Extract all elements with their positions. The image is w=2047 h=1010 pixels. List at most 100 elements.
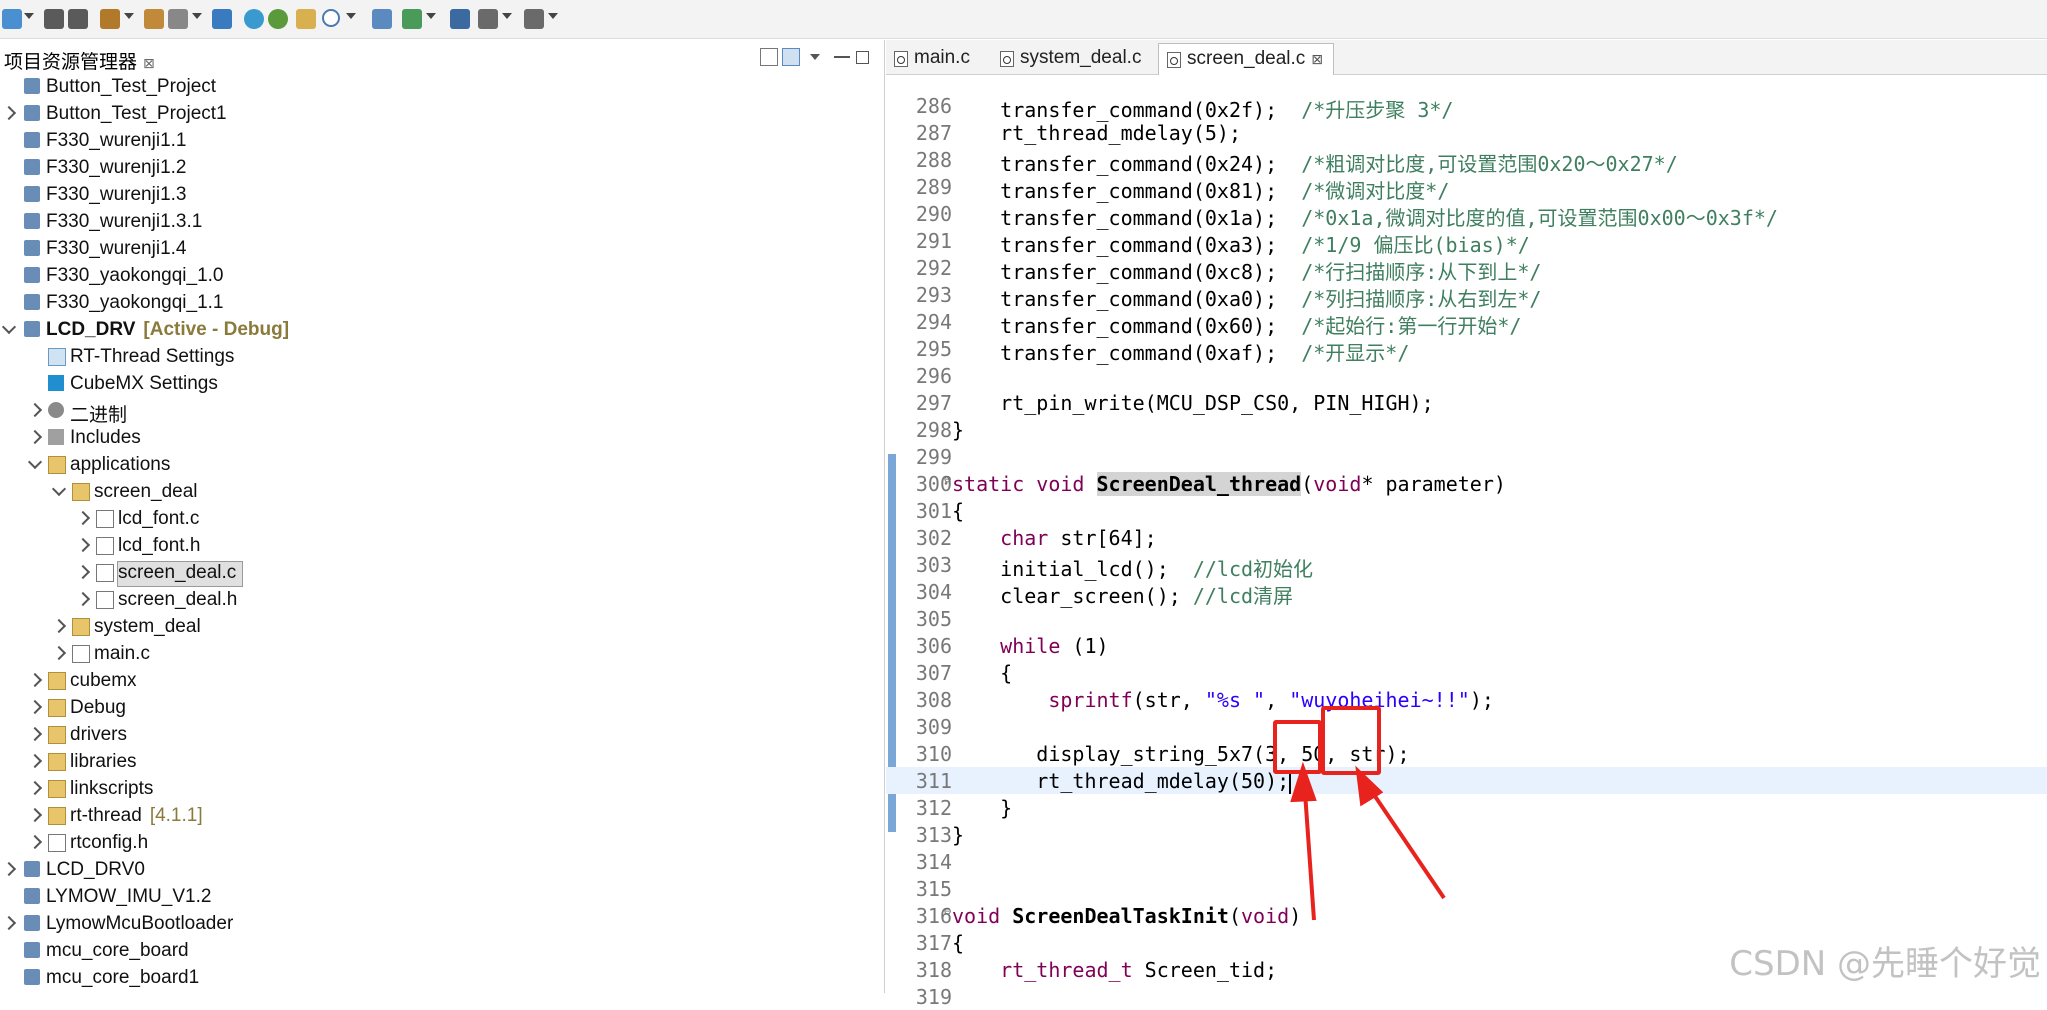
tree-item[interactable]: LymowMcuBootloader bbox=[0, 911, 884, 938]
tree-item[interactable]: rtconfig.h bbox=[0, 830, 884, 857]
chevron-right-icon[interactable] bbox=[27, 780, 43, 796]
chevron-right-icon[interactable] bbox=[27, 429, 43, 445]
back-icon[interactable] bbox=[478, 9, 498, 29]
chevron-right-icon[interactable] bbox=[75, 564, 91, 580]
chevron-right-icon[interactable] bbox=[75, 510, 91, 526]
tree-item[interactable]: F330_wurenji1.1 bbox=[0, 128, 884, 155]
tree-item[interactable]: screen_deal bbox=[0, 479, 884, 506]
tree-item-text: F330_wurenji1.1 bbox=[46, 130, 187, 151]
chevron-down-icon[interactable] bbox=[27, 454, 43, 470]
tools-dropdown-icon[interactable] bbox=[192, 13, 202, 19]
tree-item[interactable]: F330_yaokongqi_1.1 bbox=[0, 290, 884, 317]
tree-item[interactable]: screen_deal.c bbox=[0, 560, 884, 587]
tree-item[interactable]: F330_yaokongqi_1.0 bbox=[0, 263, 884, 290]
chevron-down-icon[interactable] bbox=[51, 481, 67, 497]
debug-settings-icon[interactable] bbox=[144, 9, 164, 29]
tree-item[interactable]: main.c bbox=[0, 641, 884, 668]
download-icon[interactable] bbox=[402, 9, 422, 29]
tree-item-label: screen_deal.c bbox=[118, 562, 236, 584]
tree-item-text: main.c bbox=[94, 643, 150, 664]
tree-item-text: LCD_DRV0 bbox=[46, 859, 145, 880]
project-icon bbox=[24, 267, 40, 283]
chevron-down-icon[interactable] bbox=[1, 319, 17, 335]
tree-item[interactable]: Button_Test_Project1 bbox=[0, 101, 884, 128]
tree-item[interactable]: RT-Thread Settings bbox=[0, 344, 884, 371]
monitor-icon[interactable] bbox=[212, 9, 232, 29]
save-all-icon[interactable] bbox=[68, 9, 88, 29]
chevron-right-icon[interactable] bbox=[51, 645, 67, 661]
tree-item[interactable]: mcu_core_board1 bbox=[0, 965, 884, 992]
tree-item[interactable]: system_deal bbox=[0, 614, 884, 641]
tree-item-text: screen_deal.c bbox=[118, 562, 237, 583]
tree-item-text: Button_Test_Project bbox=[46, 76, 217, 97]
collapse-all-icon[interactable] bbox=[760, 48, 778, 66]
chevron-right-icon[interactable] bbox=[27, 402, 43, 418]
h-file-icon bbox=[96, 591, 114, 609]
gear-icon[interactable] bbox=[244, 9, 264, 29]
tree-item[interactable]: screen_deal.h bbox=[0, 587, 884, 614]
explorer-title[interactable]: 项目资源管理器 ⊠ bbox=[4, 47, 155, 74]
save-icon[interactable] bbox=[44, 9, 64, 29]
tree-item[interactable]: Button_Test_Project bbox=[0, 74, 884, 101]
view-menu-icon[interactable] bbox=[810, 54, 820, 60]
tree-item[interactable]: linkscripts bbox=[0, 776, 884, 803]
tree-item[interactable]: cubemx bbox=[0, 668, 884, 695]
tree-item[interactable]: lcd_font.h bbox=[0, 533, 884, 560]
tree-item[interactable]: LCD_DRV [Active - Debug] bbox=[0, 317, 884, 344]
layers-icon[interactable] bbox=[450, 9, 470, 29]
chevron-right-icon[interactable] bbox=[27, 699, 43, 715]
chevron-right-icon[interactable] bbox=[27, 807, 43, 823]
tree-item[interactable]: Includes bbox=[0, 425, 884, 452]
tree-item[interactable]: Debug bbox=[0, 695, 884, 722]
download-dropdown-icon[interactable] bbox=[426, 13, 436, 19]
link-editor-icon[interactable] bbox=[782, 48, 800, 66]
tree-item[interactable]: rt-thread [4.1.1] bbox=[0, 803, 884, 830]
tree-item[interactable]: LYMOW_IMU_V1.2 bbox=[0, 884, 884, 911]
tree-item-label: linkscripts bbox=[70, 778, 153, 800]
project-icon bbox=[24, 888, 40, 904]
chevron-right-icon[interactable] bbox=[1, 915, 17, 931]
search-icon[interactable] bbox=[322, 9, 340, 27]
tree-item[interactable]: F330_wurenji1.3 bbox=[0, 182, 884, 209]
tree-item[interactable]: CubeMX Settings bbox=[0, 371, 884, 398]
tree-item[interactable]: lcd_font.c bbox=[0, 506, 884, 533]
chevron-right-icon[interactable] bbox=[27, 726, 43, 742]
tools-icon[interactable] bbox=[168, 9, 188, 29]
chevron-right-icon[interactable] bbox=[75, 591, 91, 607]
forward-dropdown-icon[interactable] bbox=[548, 13, 558, 19]
tag-icon[interactable] bbox=[372, 9, 392, 29]
project-icon bbox=[24, 942, 40, 958]
forward-icon[interactable] bbox=[524, 9, 544, 29]
tree-item[interactable]: LCD_DRV0 bbox=[0, 857, 884, 884]
bug-icon[interactable] bbox=[268, 9, 288, 29]
chevron-right-icon[interactable] bbox=[27, 753, 43, 769]
tree-item-text: Includes bbox=[70, 427, 141, 448]
tree-item[interactable]: F330_wurenji1.2 bbox=[0, 155, 884, 182]
maximize-icon[interactable] bbox=[856, 51, 869, 64]
chevron-right-icon[interactable] bbox=[27, 672, 43, 688]
tree-item-text: lcd_font.h bbox=[118, 535, 201, 556]
chevron-right-icon[interactable] bbox=[75, 537, 91, 553]
tree-item[interactable]: libraries bbox=[0, 749, 884, 776]
build-icon[interactable] bbox=[100, 9, 120, 29]
tree-item[interactable]: 二进制 bbox=[0, 398, 884, 426]
tree-item[interactable]: F330_wurenji1.4 bbox=[0, 236, 884, 263]
tree-item-text: screen_deal bbox=[94, 481, 198, 502]
includes-icon bbox=[48, 429, 64, 445]
tree-item[interactable]: F330_wurenji1.3.1 bbox=[0, 209, 884, 236]
build-dropdown-icon[interactable] bbox=[124, 13, 134, 19]
open-folder-icon[interactable] bbox=[296, 9, 316, 29]
tree-item[interactable]: drivers bbox=[0, 722, 884, 749]
explorer-close-icon[interactable]: ⊠ bbox=[143, 56, 155, 72]
back-dropdown-icon[interactable] bbox=[502, 13, 512, 19]
new-icon[interactable] bbox=[2, 9, 22, 29]
tree-item[interactable]: mcu_core_board bbox=[0, 938, 884, 965]
search-dropdown-icon[interactable] bbox=[346, 13, 356, 19]
chevron-right-icon[interactable] bbox=[51, 618, 67, 634]
chevron-right-icon[interactable] bbox=[1, 861, 17, 877]
minimize-icon[interactable] bbox=[834, 56, 850, 58]
chevron-right-icon[interactable] bbox=[27, 834, 43, 850]
tree-item[interactable]: applications bbox=[0, 452, 884, 479]
new-dropdown-icon[interactable] bbox=[24, 13, 34, 19]
chevron-right-icon[interactable] bbox=[1, 105, 17, 121]
